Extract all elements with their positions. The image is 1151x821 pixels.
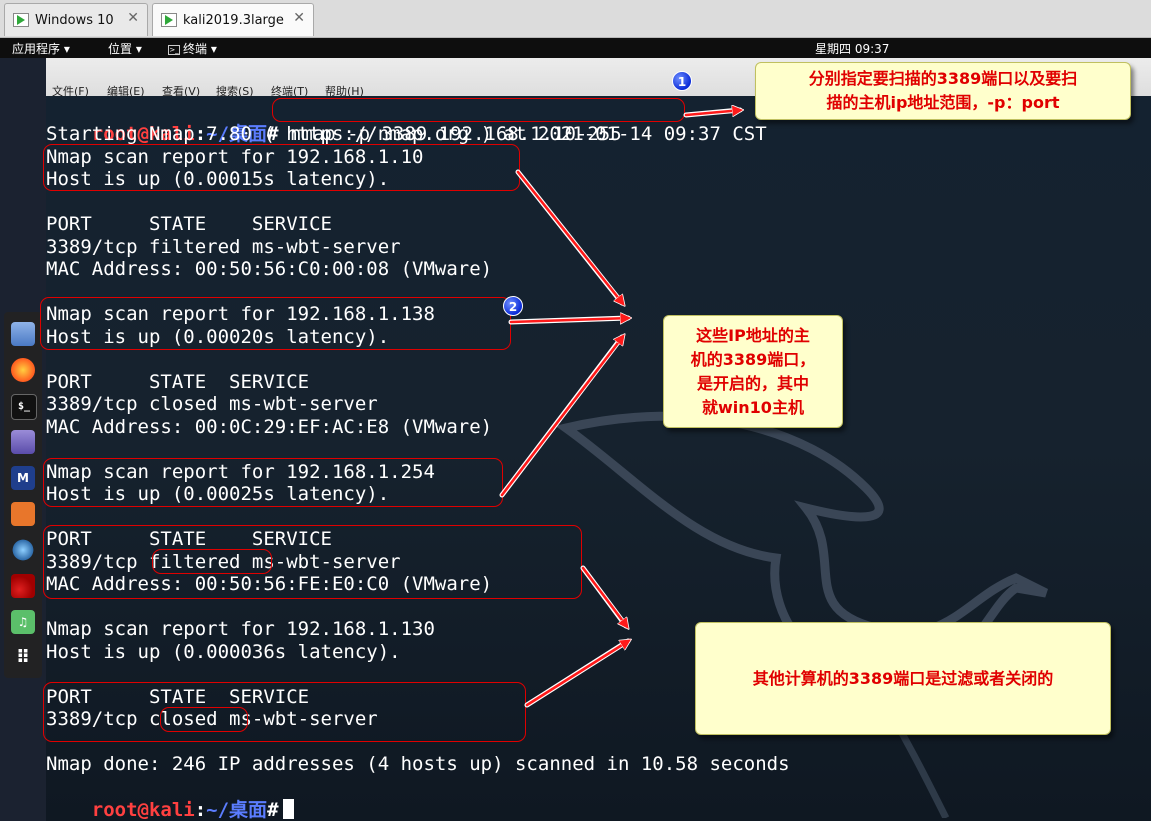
note-text: 这些IP地址的主	[696, 325, 810, 345]
note-text: 机的3389端口，	[690, 349, 816, 369]
note-text: 其他计算机的3389端口是过滤或者关闭的	[752, 668, 1054, 688]
note-open-ports: 这些IP地址的主 机的3389端口， 是开启的，其中 就win10主机	[663, 315, 843, 428]
note-text: 是开启的，其中	[696, 373, 809, 393]
note-command-explanation: 分别指定要扫描的3389端口以及要扫 描的主机ip地址范围，-p：port	[755, 62, 1131, 120]
note-text: 描的主机ip地址范围，-p：port	[826, 93, 1060, 112]
note-filtered-closed: 其他计算机的3389端口是过滤或者关闭的	[695, 622, 1111, 735]
note-text: 就win10主机	[702, 397, 804, 417]
note-text: 分别指定要扫描的3389端口以及要扫	[808, 69, 1078, 88]
